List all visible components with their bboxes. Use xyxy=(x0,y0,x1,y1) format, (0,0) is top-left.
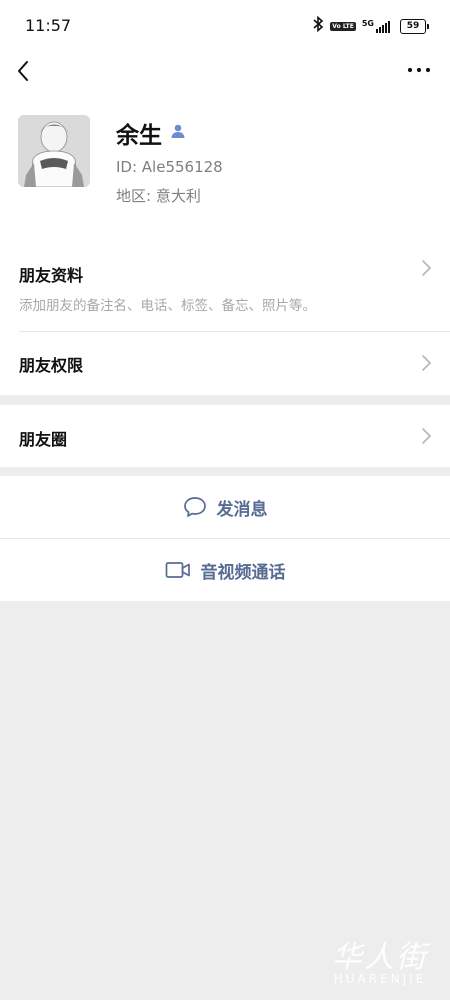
signal-icon: 5G xyxy=(362,19,390,33)
moments-row[interactable]: 朋友圈 xyxy=(0,405,450,467)
friend-permissions-title: 朋友权限 xyxy=(19,356,84,375)
status-time: 11:57 xyxy=(25,16,72,35)
moments-title: 朋友圈 xyxy=(19,430,68,449)
user-photo-icon xyxy=(18,115,90,187)
friend-info-subtitle: 添加朋友的备注名、电话、标签、备忘、照片等。 xyxy=(19,298,316,314)
region: 地区: 意大利 xyxy=(116,187,201,205)
friend-info-title: 朋友资料 xyxy=(19,266,84,285)
chevron-right-icon xyxy=(422,260,432,276)
name-row: 余生 xyxy=(116,116,186,150)
chat-bubble-icon xyxy=(183,497,206,517)
more-dots-icon xyxy=(407,67,431,73)
profile-panel: 余生 ID: Ale556128 地区: 意大利 朋友资料 添加朋友的备注名、电… xyxy=(0,50,450,395)
video-camera-icon xyxy=(165,562,190,578)
more-button[interactable] xyxy=(406,60,432,80)
bluetooth-icon xyxy=(312,15,324,36)
contact-name: 余生 xyxy=(116,123,162,149)
friend-permissions-row[interactable]: 朋友权限 xyxy=(0,332,450,394)
volte-icon: Vo LTE xyxy=(330,21,356,31)
status-bar: 11:57 Vo LTE 5G 59 xyxy=(0,0,450,50)
avatar[interactable] xyxy=(18,115,90,187)
person-badge-icon xyxy=(170,123,186,143)
send-message-button[interactable]: 发消息 xyxy=(0,476,450,538)
battery-icon: 59 xyxy=(400,18,429,34)
chevron-right-icon xyxy=(422,428,432,444)
send-message-label: 发消息 xyxy=(216,499,268,520)
friend-info-row[interactable]: 朋友资料 添加朋友的备注名、电话、标签、备忘、照片等。 xyxy=(0,238,450,331)
video-call-label: 音视频通话 xyxy=(200,562,286,583)
status-icons: Vo LTE 5G 59 xyxy=(312,15,429,36)
wechat-id: ID: Ale556128 xyxy=(116,158,223,176)
watermark-logo: 华人街 HUARENJIE xyxy=(332,940,428,986)
back-button[interactable] xyxy=(10,57,38,85)
chevron-right-icon xyxy=(422,355,432,371)
video-call-button[interactable]: 音视频通话 xyxy=(0,539,450,601)
chevron-left-icon xyxy=(18,61,28,81)
